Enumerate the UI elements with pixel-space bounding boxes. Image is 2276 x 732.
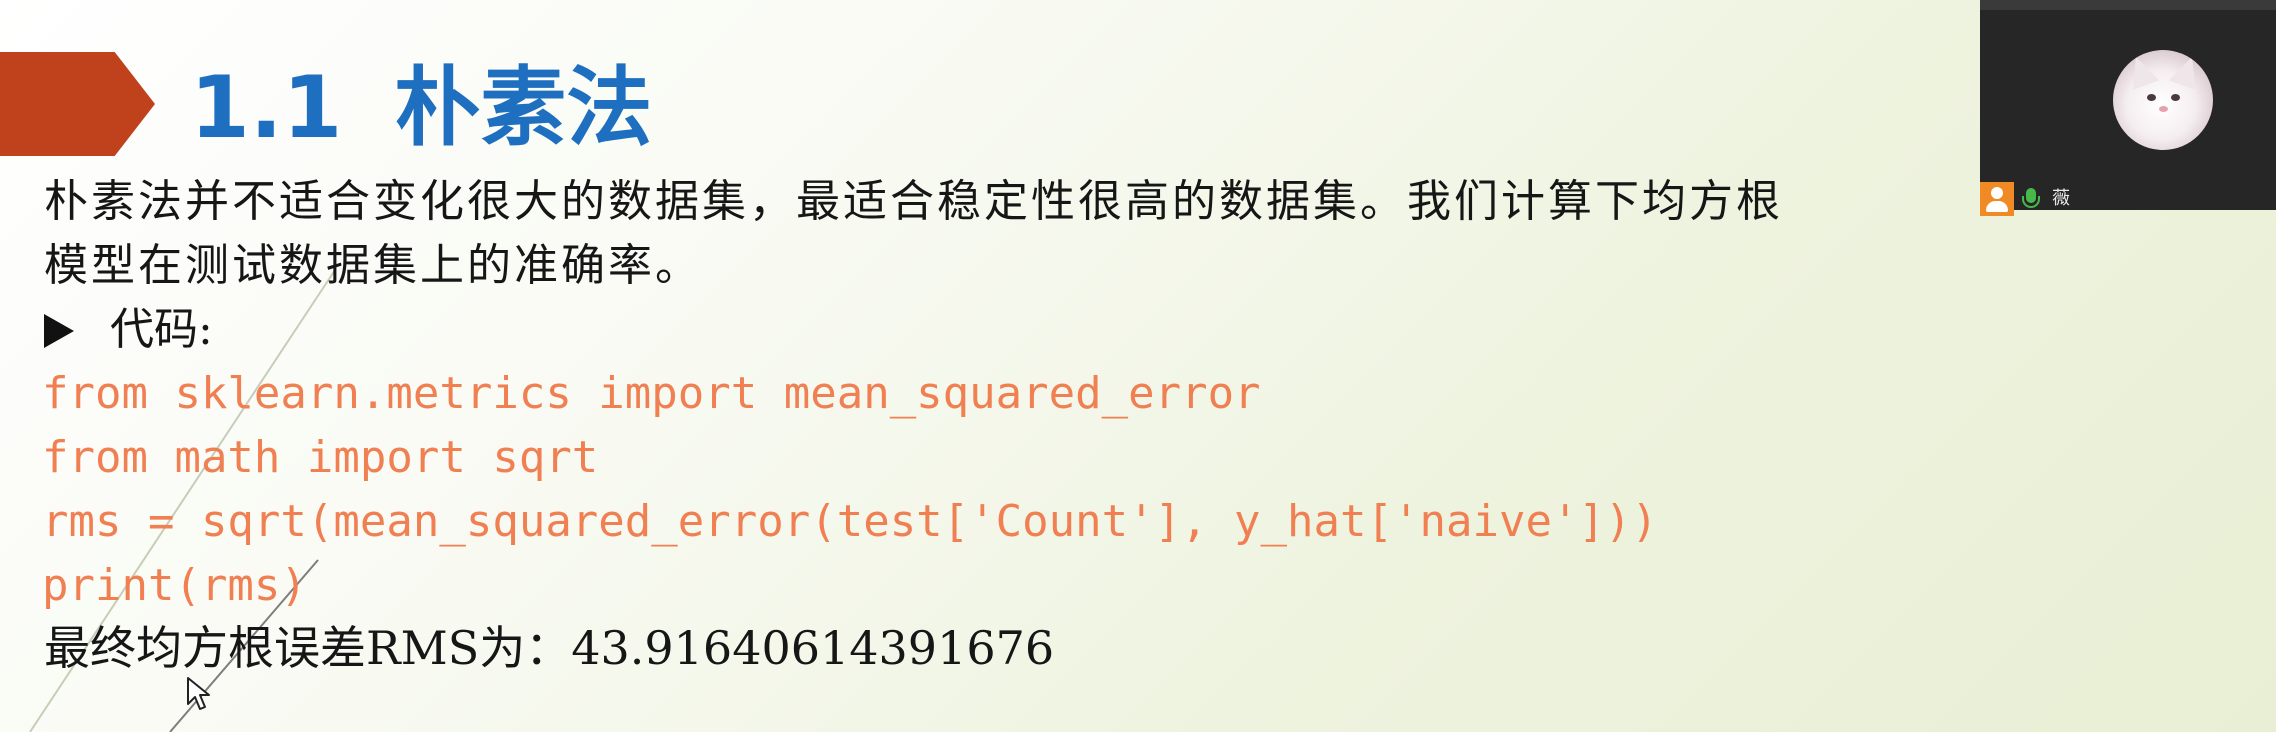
- avatar-nose: [2159, 106, 2168, 112]
- user-icon: [1980, 182, 2014, 216]
- title-number: 1.1: [190, 58, 343, 158]
- avatar-eye-left: [2147, 94, 2156, 101]
- participant-name: 薇: [2052, 188, 2070, 209]
- microphone-icon[interactable]: [2020, 182, 2042, 216]
- avatar-ear-right: [2168, 52, 2206, 90]
- code-line-3: rms = sqrt(mean_squared_error(test['Coun…: [42, 496, 1658, 547]
- presentation-slide: 1.1 朴素法 朴素法并不适合变化很大的数据集，最适合稳定性很高的数据集。我们计算…: [0, 0, 2276, 732]
- avatar-eye-right: [2171, 94, 2180, 101]
- participant-bar: 薇: [1980, 182, 2070, 216]
- avatar[interactable]: [2113, 50, 2213, 150]
- mouse-cursor-icon: [187, 677, 210, 710]
- avatar-ear-left: [2122, 52, 2160, 90]
- code-line-4: print(rms): [42, 560, 307, 611]
- code-bullet: 代码:: [44, 298, 213, 362]
- description-line-2: 模型在测试数据集上的准确率。: [44, 240, 702, 291]
- code-line-2: from math import sqrt: [42, 432, 599, 483]
- bullet-arrow-icon: [44, 314, 74, 348]
- code-line-1: from sklearn.metrics import mean_squared…: [42, 368, 1261, 419]
- description-line-1: 朴素法并不适合变化很大的数据集，最适合稳定性很高的数据集。我们计算下均方根: [44, 176, 1783, 227]
- video-call-panel[interactable]: 薇: [1980, 0, 2276, 216]
- title-text: 朴素法: [394, 58, 653, 158]
- result-text: 最终均方根误差RMS为：43.91640614391676: [44, 621, 1055, 675]
- slide-title: 1.1 朴素法: [190, 48, 652, 168]
- title-arrow-shape: [0, 52, 155, 156]
- bullet-label: 代码:: [110, 304, 213, 355]
